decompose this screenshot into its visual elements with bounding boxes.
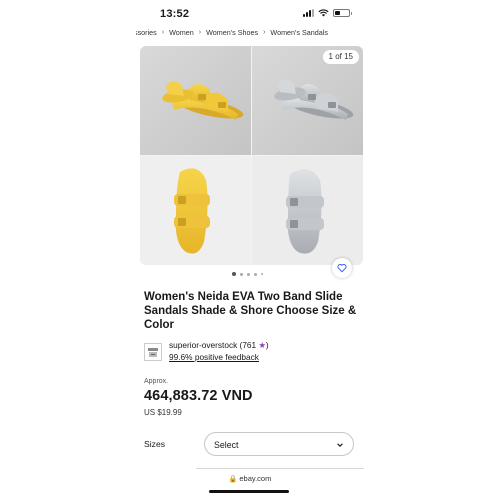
seller-info: superior-overstock (761 ★) 99.6% positiv… xyxy=(144,340,364,364)
home-indicator[interactable] xyxy=(209,490,289,493)
status-icons xyxy=(303,9,352,17)
url-field[interactable]: 🔒 ebay.com xyxy=(136,474,364,483)
chevron-right-icon: › xyxy=(161,28,165,36)
product-image-gallery[interactable]: 1 of 15 xyxy=(140,46,363,265)
approx-label: Approx. xyxy=(144,378,169,385)
image-counter: 1 of 15 xyxy=(322,50,359,64)
listing-title: Women's Neida EVA Two Band Slide Sandals… xyxy=(144,291,357,331)
breadcrumb-item[interactable]: essories xyxy=(136,28,157,37)
seller-feedback-link[interactable]: 99.6% positive feedback xyxy=(169,352,259,362)
product-image xyxy=(140,46,363,265)
price-local: 464,883.72 VND xyxy=(144,388,253,404)
breadcrumb-item[interactable]: Women's Sandals xyxy=(270,28,328,37)
breadcrumb-item[interactable]: Women xyxy=(169,28,194,37)
pagination-dot[interactable] xyxy=(232,272,236,276)
pagination-dot[interactable] xyxy=(240,272,243,276)
seller-logo[interactable] xyxy=(144,343,162,361)
browser-url-bar: 🔒 ebay.com xyxy=(136,468,364,498)
pagination-dot[interactable] xyxy=(254,272,257,276)
seller-score-open: (761 xyxy=(237,340,259,350)
phone-screen: 13:52 essories › Women › Women's Shoes ›… xyxy=(136,0,364,498)
breadcrumb: essories › Women › Women's Shoes › Women… xyxy=(136,26,364,38)
lock-icon: 🔒 xyxy=(228,476,238,483)
wifi-icon xyxy=(318,9,329,17)
seller-name-row: superior-overstock (761 ★) xyxy=(169,340,269,350)
cellular-signal-icon xyxy=(303,9,314,17)
size-select[interactable]: Select xyxy=(204,432,354,456)
divider xyxy=(196,468,364,469)
pagination-dot[interactable] xyxy=(247,272,250,276)
seller-name[interactable]: superior-overstock xyxy=(169,340,237,350)
status-time: 13:52 xyxy=(160,8,190,20)
pagination-dot[interactable] xyxy=(261,273,263,275)
gallery-pagination-dots xyxy=(232,272,263,276)
chevron-down-icon xyxy=(337,443,343,447)
price-usd: US $19.99 xyxy=(144,408,182,417)
watchlist-heart-button[interactable] xyxy=(332,258,352,278)
sizes-label: Sizes xyxy=(144,439,166,449)
url-text: ebay.com xyxy=(239,474,272,483)
store-icon xyxy=(148,348,158,357)
chevron-right-icon: › xyxy=(198,28,202,36)
battery-icon xyxy=(333,9,352,17)
size-select-value: Select xyxy=(214,440,239,450)
star-icon: ★ xyxy=(258,340,266,350)
heart-icon xyxy=(337,263,347,273)
status-bar: 13:52 xyxy=(136,0,364,24)
seller-score-close: ) xyxy=(265,340,269,350)
chevron-right-icon: › xyxy=(263,28,266,36)
breadcrumb-item[interactable]: Women's Shoes xyxy=(206,28,258,37)
